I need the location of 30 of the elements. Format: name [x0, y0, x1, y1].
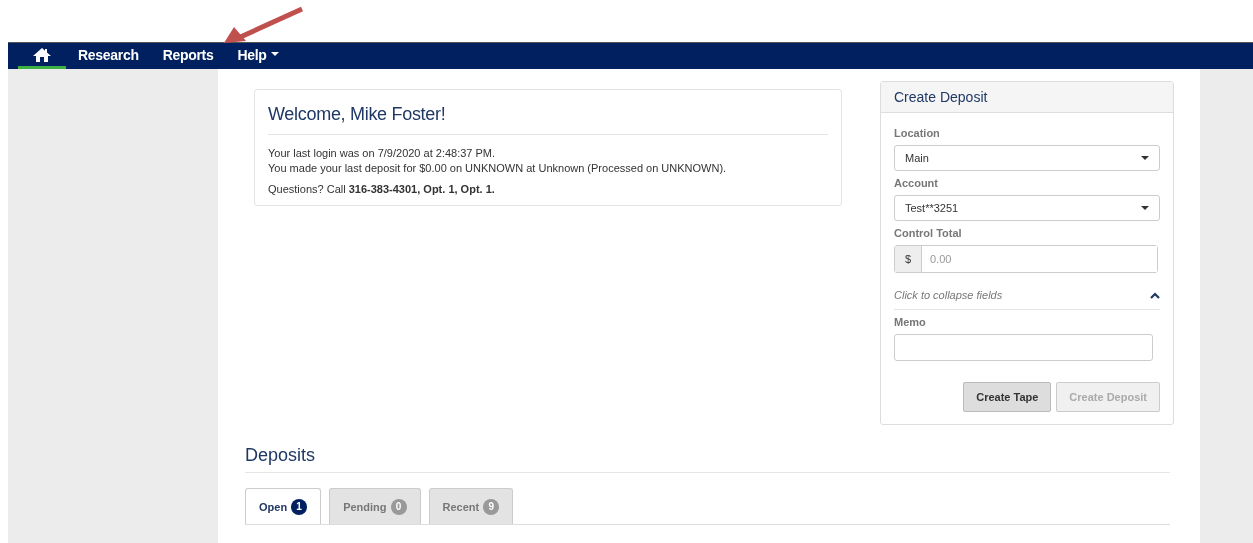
info-text: Your last login was on 7/9/2020 at 2:48:37 PM.: [268, 146, 497, 161]
memo-field[interactable]: [894, 334, 1153, 361]
action-button[interactable]: Create Tape: [963, 382, 1052, 412]
currency-addon: $: [895, 246, 922, 272]
field-label: Account: [894, 177, 939, 189]
field-label: Control Total: [894, 227, 963, 239]
tab[interactable]: Open 1: [245, 488, 322, 524]
field-label: Memo: [894, 316, 927, 328]
account-dropdown[interactable]: Test**3251: [894, 195, 1160, 221]
caret-icon: [1141, 205, 1149, 211]
info-text: You made your last deposit for $0.00 on UNKNOWN at Unknown (Processed on UNKNOWN).: [268, 161, 728, 176]
collapse-link[interactable]: Click to collapse fields: [894, 289, 1003, 301]
panel-title: Create Deposit: [881, 82, 1173, 113]
tab[interactable]: Recent 9: [428, 488, 514, 524]
control-total-field[interactable]: $ 0.00: [894, 245, 1158, 273]
nav-link[interactable]: Research: [66, 43, 151, 69]
location-dropdown[interactable]: Main: [894, 145, 1160, 171]
chevron-icon[interactable]: [1150, 291, 1160, 299]
contact-text: Questions? Call 316-383-4301, Opt. 1, Opt. 1.: [268, 183, 496, 195]
caret-icon: [270, 52, 279, 57]
section-title: Deposits: [245, 445, 1170, 473]
field-label: Location: [894, 127, 941, 139]
count-badge: 0: [390, 498, 407, 515]
nav-link[interactable]: Reports: [150, 43, 226, 69]
caret-icon: [1141, 155, 1149, 161]
welcome-title: Welcome, Mike Foster!: [268, 104, 828, 135]
count-badge: 9: [483, 498, 500, 515]
count-badge: 1: [291, 498, 308, 515]
home-icon: [32, 46, 52, 63]
nav-menu[interactable]: Help: [225, 43, 291, 69]
